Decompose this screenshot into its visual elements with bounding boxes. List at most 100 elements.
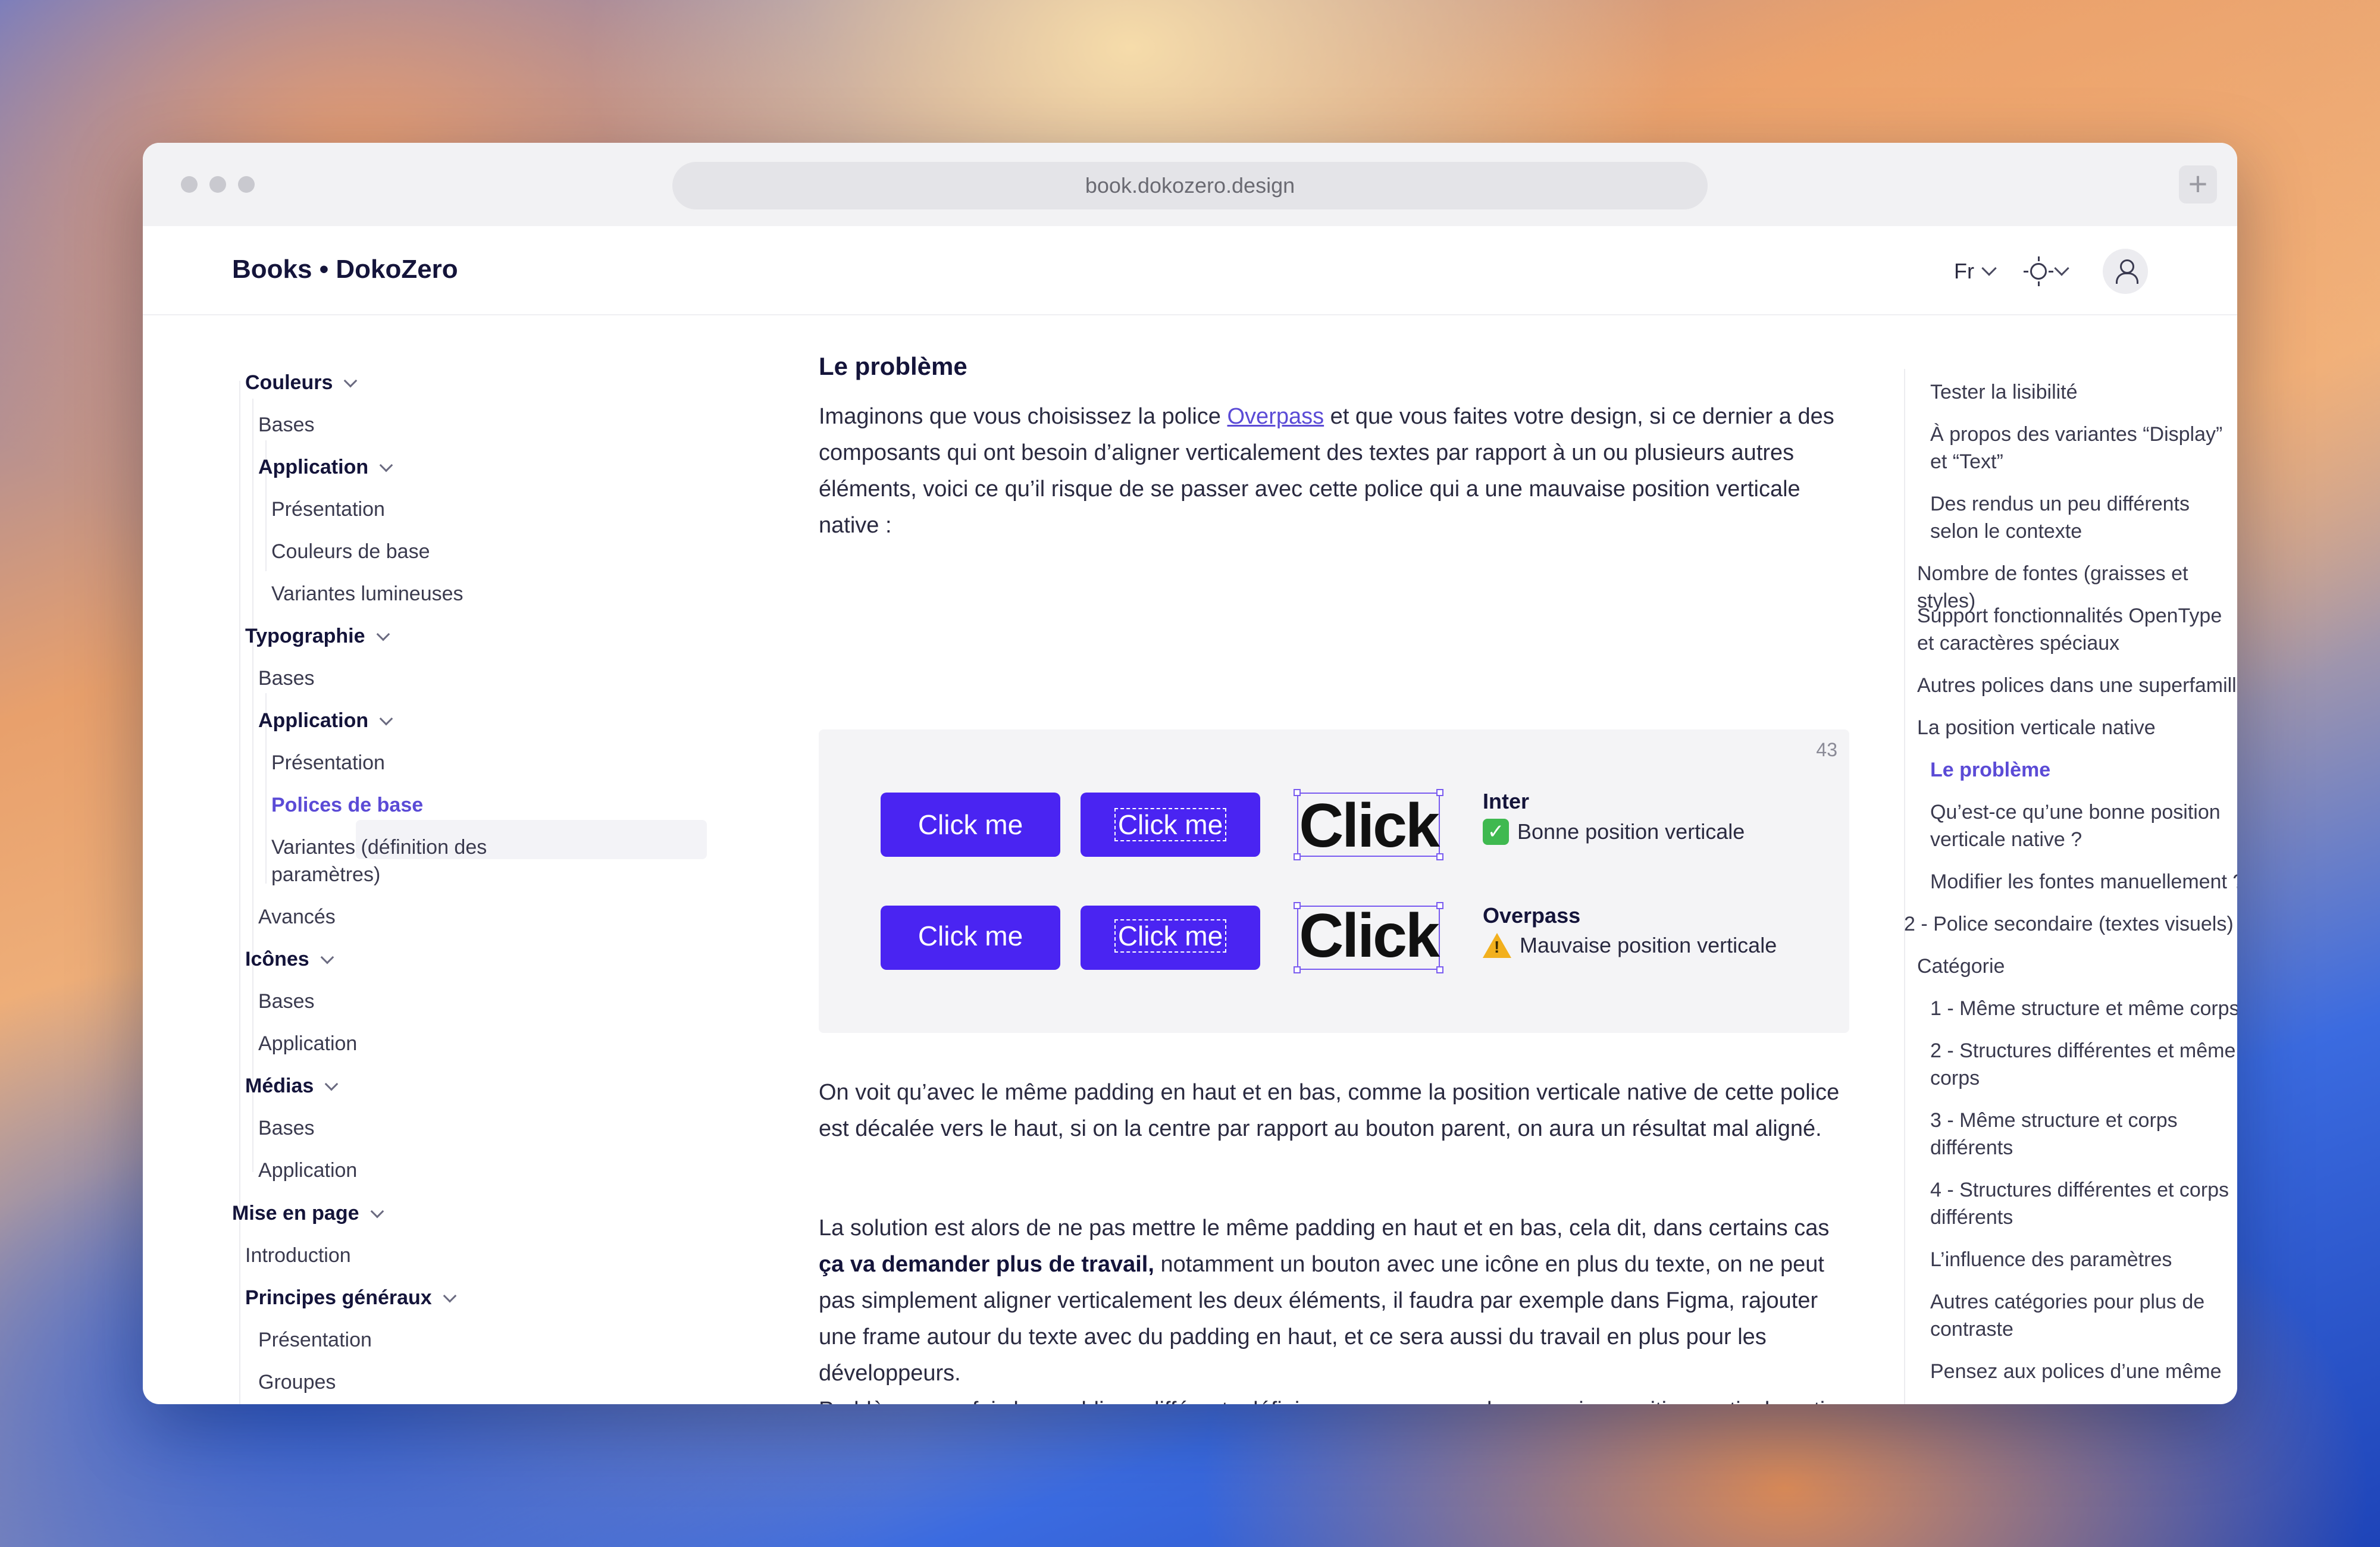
sidebar-item-introduction[interactable]: Introduction <box>245 1242 351 1269</box>
sidebar-item-label: Mise en page <box>232 1202 359 1225</box>
chevron-down-icon <box>379 458 393 472</box>
site-header: Books • DokoZero Fr <box>143 226 2237 315</box>
toc-item[interactable]: Autres catégories pour plus de contraste <box>1930 1288 2237 1343</box>
sidebar-item-presentation[interactable]: Présentation <box>271 496 385 523</box>
sidebar-section-mise-en-page[interactable]: Mise en page <box>232 1200 384 1227</box>
chevron-down-icon <box>2054 261 2069 276</box>
sidebar-section-medias[interactable]: Médias <box>245 1072 339 1100</box>
sidebar-item-label: Application <box>258 456 369 478</box>
demo-text-bounds-inter: Click <box>1294 789 1443 860</box>
toc-item[interactable]: 2 - Structures différentes et même corps <box>1930 1037 2237 1092</box>
selection-handle <box>1436 789 1443 796</box>
toc-item[interactable]: À propos des variantes “Display” et “Tex… <box>1930 421 2237 475</box>
toc-item[interactable]: 1 - Même structure et même corps <box>1930 995 2237 1022</box>
demo-click-text: Click <box>1299 791 1440 860</box>
chevron-down-icon <box>324 1077 339 1091</box>
sidebar-item-variantes[interactable]: Variantes (définition des <box>271 834 487 861</box>
font-name-inter: Inter <box>1483 789 1530 813</box>
sidebar-item-bases[interactable]: Bases <box>258 1114 315 1142</box>
toc-item[interactable]: 2 - Police secondaire (textes visuels) <box>1904 910 2237 938</box>
paragraph-emphasis: ça va demander plus de travail, <box>819 1252 1154 1277</box>
page-body: Couleurs Bases Application Présentation … <box>143 315 2237 1404</box>
sidebar-item-presentation[interactable]: Présentation <box>258 1326 372 1354</box>
sidebar-guide <box>252 399 253 1172</box>
sidebar-subsection-application[interactable]: Application <box>258 453 393 481</box>
user-icon[interactable] <box>2103 249 2148 294</box>
demo-button-label: Click me <box>1114 919 1227 953</box>
close-window-button[interactable] <box>181 176 198 193</box>
sidebar-item-variantes-cont[interactable]: paramètres) <box>271 861 380 888</box>
sun-icon <box>2024 256 2053 286</box>
toc-item[interactable]: Catégorie <box>1917 953 2237 980</box>
toc-item[interactable]: Autres polices dans une superfamille <box>1917 672 2237 699</box>
demo-button-inter: Click me <box>881 793 1060 857</box>
toc-item[interactable]: 3 - Même structure et corps différents <box>1930 1107 2228 1161</box>
toc-item[interactable]: 4 - Structures différentes et corps diff… <box>1930 1176 2237 1231</box>
font-status-text: Bonne position verticale <box>1517 819 1745 844</box>
demo-button-label: Click me <box>917 920 1023 951</box>
sidebar-item-variantes-lumineuses[interactable]: Variantes lumineuses <box>271 580 464 607</box>
selection-handle <box>1436 966 1443 973</box>
maximize-window-button[interactable] <box>238 176 255 193</box>
selection-handle <box>1436 853 1443 860</box>
theme-selector[interactable] <box>2024 256 2069 286</box>
toc-item[interactable]: Qu’est-ce qu’une bonne position vertical… <box>1930 798 2237 853</box>
toc-item[interactable]: Tester la lisibilité <box>1930 378 2237 406</box>
sidebar-section-principes-generaux[interactable]: Principes généraux <box>245 1284 457 1311</box>
address-bar[interactable]: book.dokozero.design <box>672 162 1708 209</box>
paragraph-4: Problème, une fois les paddings différen… <box>819 1392 1854 1404</box>
selection-handle <box>1294 966 1301 973</box>
paragraph-3: La solution est alors de ne pas mettre l… <box>819 1210 1854 1392</box>
site-logo[interactable]: Books • DokoZero <box>232 255 458 284</box>
selection-handle <box>1294 902 1301 909</box>
sidebar-section-typographie[interactable]: Typographie <box>245 622 390 650</box>
minimize-window-button[interactable] <box>209 176 226 193</box>
sidebar-item-groupes[interactable]: Groupes <box>258 1368 336 1396</box>
sidebar-item-label: Icônes <box>245 948 309 970</box>
sidebar-item-presentation[interactable]: Présentation <box>271 749 385 776</box>
selection-handle <box>1436 902 1443 909</box>
font-name-overpass: Overpass <box>1483 903 1581 928</box>
language-selector[interactable]: Fr <box>1954 259 1997 284</box>
chevron-down-icon <box>370 1204 384 1219</box>
paragraph-2: On voit qu’avec le même padding en haut … <box>819 1080 1840 1141</box>
toc-item[interactable]: Support fonctionnalités OpenType et cara… <box>1917 602 2237 657</box>
sidebar-item-polices-de-base[interactable]: Polices de base <box>271 791 423 819</box>
demo-click-text: Click <box>1299 901 1440 970</box>
sidebar-item-application[interactable]: Application <box>258 1030 357 1057</box>
font-status-text: Mauvaise position verticale <box>1520 933 1777 957</box>
sidebar-item-bases[interactable]: Bases <box>258 665 315 692</box>
toc-item[interactable]: Modifier les fontes manuellement ? <box>1930 868 2237 895</box>
chevron-down-icon <box>320 950 334 964</box>
sidebar-item-couleurs-de-base[interactable]: Couleurs de base <box>271 538 430 565</box>
chevron-down-icon <box>1981 261 1997 276</box>
chevron-down-icon <box>376 627 390 641</box>
paragraph-text: La solution est alors de ne pas mettre l… <box>819 1216 1830 1241</box>
sidebar-item-label: Couleurs <box>245 371 333 394</box>
demo-button-overpass: Click me <box>881 906 1060 970</box>
intro-paragraph: Imaginons que vous choisissez la police … <box>819 399 1854 544</box>
sidebar-item-label: Application <box>258 709 369 732</box>
sidebar-item-bases[interactable]: Bases <box>258 411 315 439</box>
new-tab-button[interactable]: + <box>2179 165 2217 203</box>
toc-item[interactable]: Des rendus un peu différents selon le co… <box>1930 490 2237 545</box>
toc-item[interactable]: La position verticale native <box>1917 714 2237 741</box>
sidebar-section-icones[interactable]: Icônes <box>245 945 334 973</box>
sidebar-item-application[interactable]: Application <box>258 1157 357 1184</box>
sidebar-item-avances[interactable]: Avancés <box>258 903 336 931</box>
toc-item[interactable]: Pensez aux polices d’une même <box>1930 1358 2237 1385</box>
font-status-overpass: ! Mauvaise position verticale <box>1483 933 1777 958</box>
section-heading: Le problème <box>819 352 967 380</box>
sidebar-section-couleurs[interactable]: Couleurs <box>245 369 358 396</box>
demo-figure-number: 43 <box>1816 739 1837 760</box>
overpass-link[interactable]: Overpass <box>1227 404 1324 429</box>
header-actions: Fr <box>1954 249 2148 294</box>
toc-item-active[interactable]: Le problème <box>1930 756 2237 784</box>
sidebar-subsection-application[interactable]: Application <box>258 707 393 734</box>
sidebar-item-bases[interactable]: Bases <box>258 988 315 1015</box>
chevron-down-icon <box>344 374 358 388</box>
check-icon: ✓ <box>1483 819 1509 845</box>
toc-item[interactable]: L’influence des paramètres <box>1930 1246 2237 1273</box>
demo-text-bounds-overpass: Click <box>1294 902 1443 973</box>
window-controls <box>181 176 255 193</box>
